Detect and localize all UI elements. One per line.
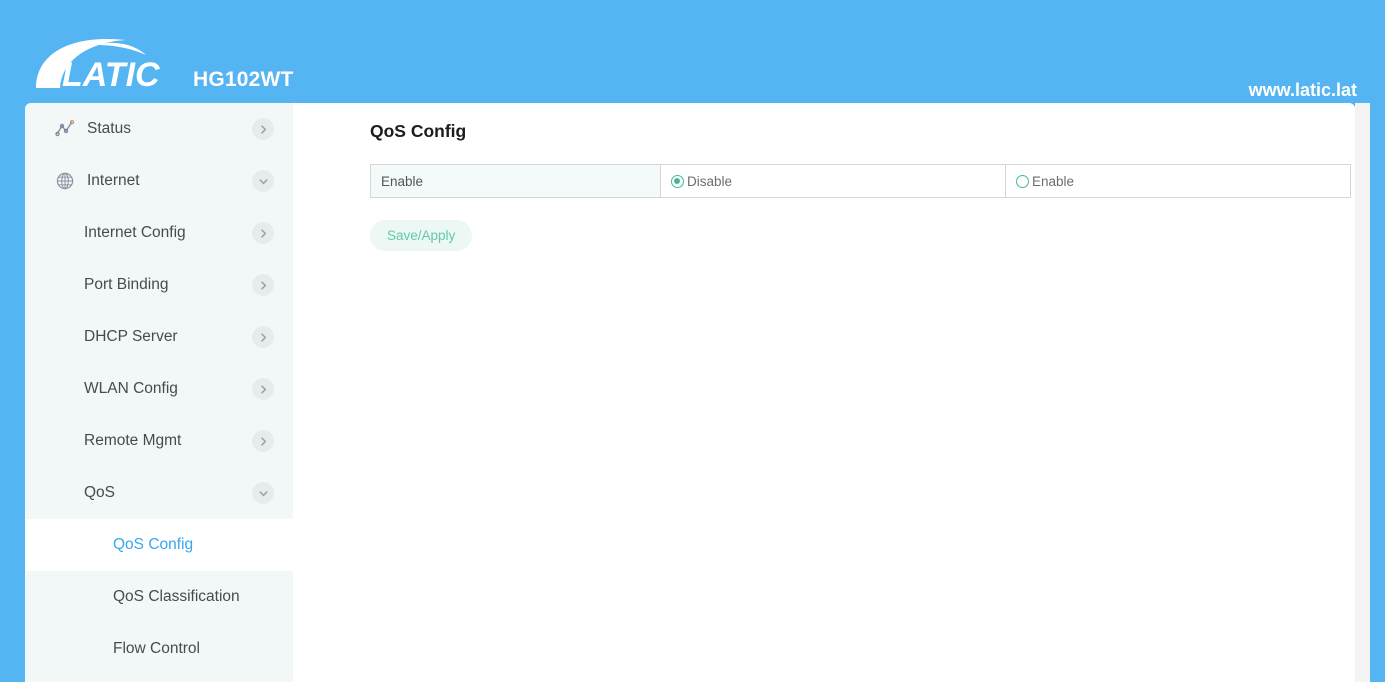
chevron-right-icon[interactable] (252, 378, 274, 400)
chevron-right-icon[interactable] (252, 326, 274, 348)
chevron-right-icon[interactable] (252, 222, 274, 244)
analytics-icon (55, 120, 75, 137)
sidebar-item-label: Internet (87, 172, 140, 189)
sidebar-item-dhcp-server[interactable]: DHCP Server (25, 311, 293, 363)
radio-option-cell[interactable]: Disable (660, 164, 1006, 198)
sidebar-item-remote-mgmt[interactable]: Remote Mgmt (25, 415, 293, 467)
globe-icon (56, 172, 74, 190)
sidebar-item-qos-classification[interactable]: QoS Classification (25, 571, 293, 623)
radio-option-cell[interactable]: Enable (1005, 164, 1351, 198)
sidebar-item-qos[interactable]: QoS (25, 467, 293, 519)
sidebar-item-label: Internet Config (84, 224, 186, 241)
sidebar-item-label: QoS Classification (113, 588, 240, 605)
sidebar-item-internet[interactable]: Internet (25, 155, 293, 207)
radio-label: Disable (687, 173, 733, 189)
chevron-right-icon[interactable] (252, 274, 274, 296)
radio-disable[interactable]: Disable (671, 174, 995, 189)
site-url-label: www.latic.lat (1248, 80, 1357, 100)
svg-text:LATIC: LATIC (62, 56, 160, 90)
latic-logo-icon: LATIC (36, 38, 160, 90)
radio-enable[interactable]: Enable (1016, 174, 1340, 189)
page-header: LATIC HG102WT www.latic.lat (0, 0, 1385, 103)
config-row-label: Enable (370, 164, 661, 198)
sidebar-item-label: Flow Control (113, 640, 200, 657)
sidebar-item-status[interactable]: Status (25, 103, 293, 155)
sidebar-item-label: QoS (84, 484, 116, 501)
sidebar-item-flow-control[interactable]: Flow Control (25, 623, 293, 675)
sidebar-item-wlan-config[interactable]: WLAN Config (25, 363, 293, 415)
vertical-scrollbar[interactable] (1355, 103, 1370, 682)
content-area: QoS Config Enable Disable Enable Save/Appl… (293, 103, 1355, 682)
brand-logo[interactable]: LATIC (30, 28, 180, 90)
sidebar-nav: Status Internet Internet Config Port Bindin… (25, 103, 293, 682)
chevron-down-icon[interactable] (252, 170, 274, 192)
sidebar-item-label: Port Binding (84, 276, 169, 293)
sidebar-item-label: WLAN Config (84, 380, 178, 397)
sidebar-item-qos-config[interactable]: QoS Config (25, 519, 293, 571)
qos-config-table: Enable Disable Enable (370, 164, 1351, 198)
sidebar-item-label: QoS Config (113, 536, 194, 553)
sidebar-item-label: Status (87, 120, 131, 137)
sidebar-item-internet-config[interactable]: Internet Config (25, 207, 293, 259)
sidebar-item-label: Remote Mgmt (84, 432, 182, 449)
radio-label: Enable (1032, 173, 1075, 189)
table-row: Enable Disable Enable (370, 164, 1351, 198)
device-model-label: HG102WT (193, 68, 294, 91)
main-panel: Status Internet Internet Config Port Bindin… (25, 103, 1355, 682)
radio-button-disable-icon[interactable] (671, 174, 684, 188)
page-title: QoS Config (370, 121, 467, 141)
radio-button-enable-icon[interactable] (1016, 174, 1029, 188)
chevron-down-icon[interactable] (252, 482, 274, 504)
sidebar-item-label: DHCP Server (84, 328, 178, 345)
sidebar-item-port-binding[interactable]: Port Binding (25, 259, 293, 311)
chevron-right-icon[interactable] (252, 430, 274, 452)
save-apply-button[interactable]: Save/Apply (370, 220, 473, 251)
chevron-right-icon[interactable] (252, 118, 274, 140)
